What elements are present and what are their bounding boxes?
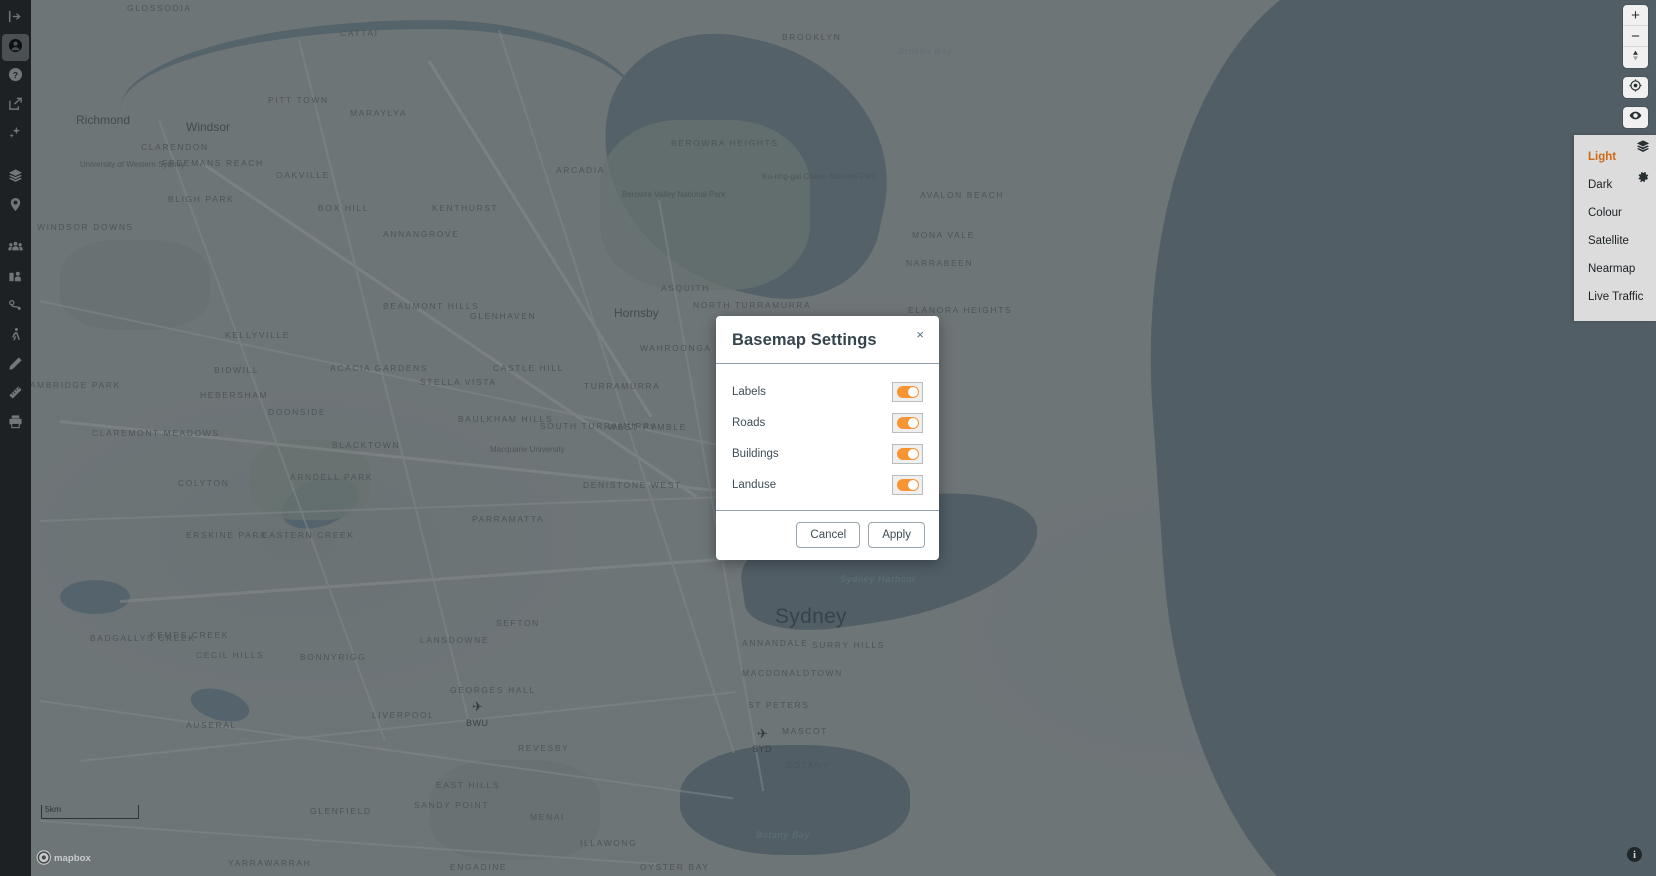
- dialog-title: Basemap Settings: [732, 331, 877, 349]
- toggle-knob: [896, 478, 919, 491]
- close-icon[interactable]: ×: [913, 326, 927, 343]
- people-group-icon: [8, 240, 23, 260]
- sidebar-item-places[interactable]: [2, 193, 29, 220]
- basemap-settings-dialog: Basemap Settings × Labels Roads Buildings L…: [716, 316, 939, 560]
- locate-button[interactable]: [1623, 77, 1648, 98]
- toggle-buildings[interactable]: [892, 443, 923, 464]
- locate-target-icon: [1629, 78, 1642, 97]
- sidebar-item-demographics[interactable]: [2, 265, 29, 292]
- sidebar-item-share[interactable]: [2, 92, 29, 119]
- toggle-roads[interactable]: [892, 412, 923, 433]
- sidebar-item-help[interactable]: ?: [2, 63, 29, 90]
- dialog-header: Basemap Settings ×: [716, 316, 939, 364]
- toggle-knob: [896, 416, 919, 429]
- basemap-option-live-traffic[interactable]: Live Traffic: [1574, 283, 1656, 311]
- zoom-in-button[interactable]: +: [1623, 5, 1648, 26]
- sidebar-item-account[interactable]: [2, 34, 29, 61]
- walking-person-icon: [8, 327, 23, 347]
- toggle-knob: [896, 385, 919, 398]
- share-export-icon: [8, 96, 23, 116]
- sidebar-item-measure[interactable]: [2, 381, 29, 408]
- map-info-button[interactable]: i: [1627, 847, 1642, 862]
- dialog-footer: Cancel Apply: [716, 510, 939, 560]
- setting-label: Landuse: [732, 478, 777, 491]
- eye-icon: [1629, 109, 1642, 127]
- locate-control-group: [1623, 77, 1648, 98]
- map-pin-icon: [8, 197, 23, 217]
- map-controls: + −: [1623, 5, 1648, 137]
- setting-label: Buildings: [732, 447, 779, 460]
- dialog-body: Labels Roads Buildings Landuse: [716, 364, 939, 510]
- pencil-icon: [8, 356, 23, 376]
- mapbox-attribution-logo[interactable]: mapbox: [36, 849, 108, 866]
- sidebar-item-magic[interactable]: [2, 121, 29, 148]
- toggle-labels[interactable]: [892, 381, 923, 402]
- printer-icon: [8, 414, 23, 434]
- setting-row: Buildings: [732, 438, 923, 469]
- basemap-panel-icons: [1636, 139, 1650, 189]
- left-sidebar: ?: [0, 0, 31, 876]
- person-building-icon: [8, 269, 23, 289]
- basemap-option-nearmap[interactable]: Nearmap: [1574, 255, 1656, 283]
- zoom-control-group: + −: [1623, 5, 1648, 68]
- minus-icon: −: [1631, 27, 1640, 45]
- gear-icon[interactable]: [1636, 170, 1650, 189]
- basemap-option-satellite[interactable]: Satellite: [1574, 227, 1656, 255]
- sidebar-item-draw[interactable]: [2, 352, 29, 379]
- sidebar-item-collapse-panel[interactable]: [2, 5, 29, 32]
- sidebar-item-walkability[interactable]: [2, 323, 29, 350]
- basemap-option-colour[interactable]: Colour: [1574, 199, 1656, 227]
- basemap-panel: Light Dark Colour Satellite Nearmap Live Traf…: [1574, 135, 1656, 321]
- layers-stack-icon[interactable]: [1636, 139, 1650, 158]
- compass-icon: [1629, 49, 1642, 67]
- sidebar-item-print[interactable]: [2, 410, 29, 437]
- svg-text:mapbox: mapbox: [54, 853, 91, 864]
- map-application: Richmond Windsor Hornsby Sydney CLARENDON FRE…: [0, 0, 1656, 876]
- map-scale-label: 5km: [45, 804, 62, 814]
- arrow-to-right-icon: [8, 9, 23, 29]
- setting-row: Roads: [732, 407, 923, 438]
- sidebar-item-routes[interactable]: [2, 294, 29, 321]
- setting-label: Roads: [732, 416, 766, 429]
- sparkle-icon: [8, 125, 23, 145]
- map-scale-bar: 5km: [41, 804, 139, 819]
- zoom-out-button[interactable]: −: [1623, 26, 1648, 47]
- route-path-icon: [8, 298, 23, 318]
- toggle-landuse[interactable]: [892, 474, 923, 495]
- visibility-button[interactable]: [1623, 107, 1648, 128]
- cancel-button[interactable]: Cancel: [796, 522, 861, 548]
- setting-row: Landuse: [732, 469, 923, 500]
- compass-button[interactable]: [1623, 47, 1648, 68]
- svg-text:?: ?: [13, 69, 18, 79]
- visibility-control-group: [1623, 107, 1648, 128]
- layers-stack-icon: [8, 168, 23, 188]
- person-circle-icon: [8, 38, 23, 58]
- setting-label: Labels: [732, 385, 766, 398]
- plus-icon: +: [1631, 6, 1640, 24]
- question-circle-icon: ?: [8, 67, 23, 87]
- apply-button[interactable]: Apply: [868, 522, 925, 548]
- toggle-knob: [896, 447, 919, 460]
- ruler-icon: [8, 385, 23, 405]
- sidebar-item-layers[interactable]: [2, 164, 29, 191]
- setting-row: Labels: [732, 376, 923, 407]
- sidebar-item-audience[interactable]: [2, 236, 29, 263]
